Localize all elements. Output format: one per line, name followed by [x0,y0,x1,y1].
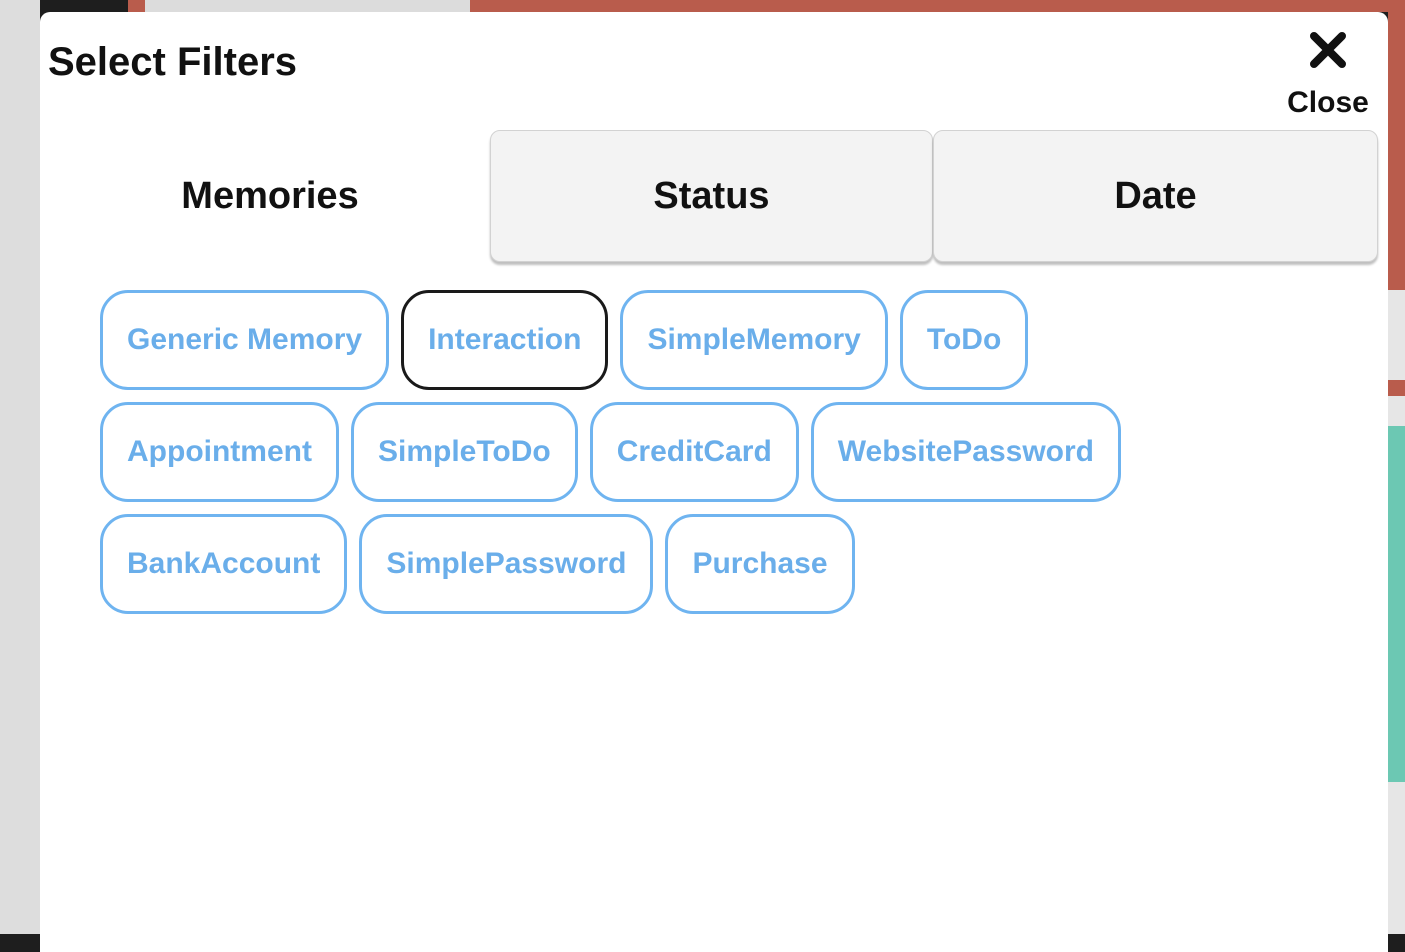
filter-chip-simple-todo[interactable]: SimpleToDo [350,402,578,502]
filter-chip-interaction[interactable]: Interaction [401,290,609,390]
background-app-panel [1388,380,1405,396]
chip-row: Appointment SimpleToDo CreditCard Websit… [100,402,1300,502]
background-app-banner [470,0,1405,12]
filter-chip-bank-account[interactable]: BankAccount [100,514,348,614]
filter-chip-todo[interactable]: ToDo [899,290,1029,390]
tab-memories[interactable]: Memories [50,130,490,262]
chip-row: Generic Memory Interaction SimpleMemory … [100,290,1300,390]
filter-chip-simple-memory[interactable]: SimpleMemory [620,290,888,390]
background-app-panel [1388,782,1405,934]
filter-dialog: Select Filters Close Memories Status Dat… [40,12,1388,952]
background-app-accent [128,0,145,12]
close-x-icon [1310,32,1346,68]
background-app-header [145,0,470,12]
tab-status[interactable]: Status [490,130,933,262]
background-app-panel [1388,290,1405,380]
dialog-title: Select Filters [48,40,298,84]
filter-chip-purchase[interactable]: Purchase [665,514,855,614]
background-app-strip [0,0,40,934]
filter-chip-generic-memory[interactable]: Generic Memory [100,290,390,390]
filter-chip-website-password[interactable]: WebsitePassword [810,402,1121,502]
filter-chip-list: Generic Memory Interaction SimpleMemory … [100,290,1300,626]
tab-date[interactable]: Date [933,130,1378,262]
background-app-panel [1388,0,1405,290]
close-label: Close [1287,86,1369,119]
close-button[interactable]: Close [1278,26,1378,126]
background-app-panel [1388,396,1405,426]
filter-chip-credit-card[interactable]: CreditCard [589,402,799,502]
chip-row: BankAccount SimplePassword Purchase [100,514,1300,614]
filter-tabs: Memories Status Date [40,130,1378,266]
filter-chip-simple-password[interactable]: SimplePassword [359,514,654,614]
filter-chip-appointment[interactable]: Appointment [100,402,339,502]
background-app-panel [1388,426,1405,782]
